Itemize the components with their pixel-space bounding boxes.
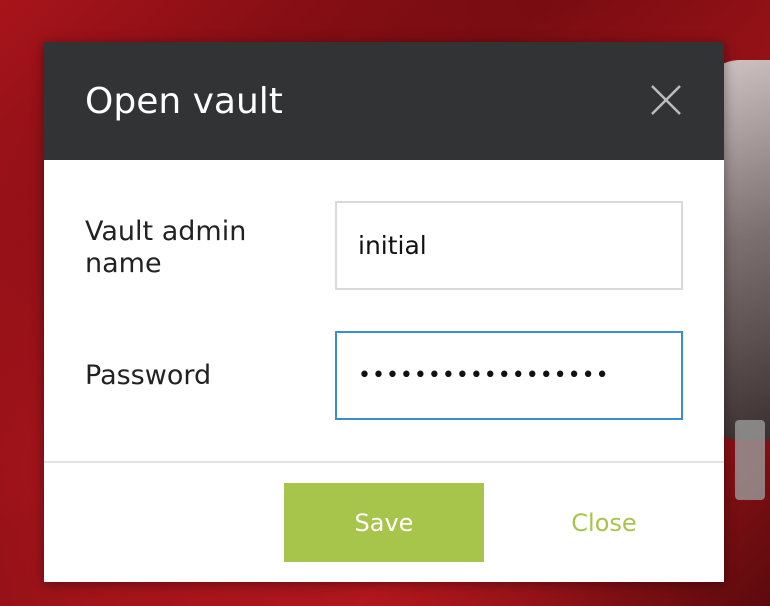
close-icon-svg [651,85,681,115]
close-button[interactable]: Close [534,483,674,562]
close-icon[interactable] [648,82,684,118]
dialog-header: Open vault [44,42,724,160]
footer-divider [44,461,724,463]
password-input[interactable] [335,331,683,420]
background-chip-graphic [735,420,765,500]
vault-admin-name-label: Vault admin name [85,216,247,279]
dialog-title: Open vault [85,81,283,122]
vault-admin-name-input[interactable] [335,201,683,290]
password-label: Password [85,360,212,391]
open-vault-dialog: Open vault Vault admin name Password Sav… [44,42,724,582]
save-button[interactable]: Save [284,483,484,562]
